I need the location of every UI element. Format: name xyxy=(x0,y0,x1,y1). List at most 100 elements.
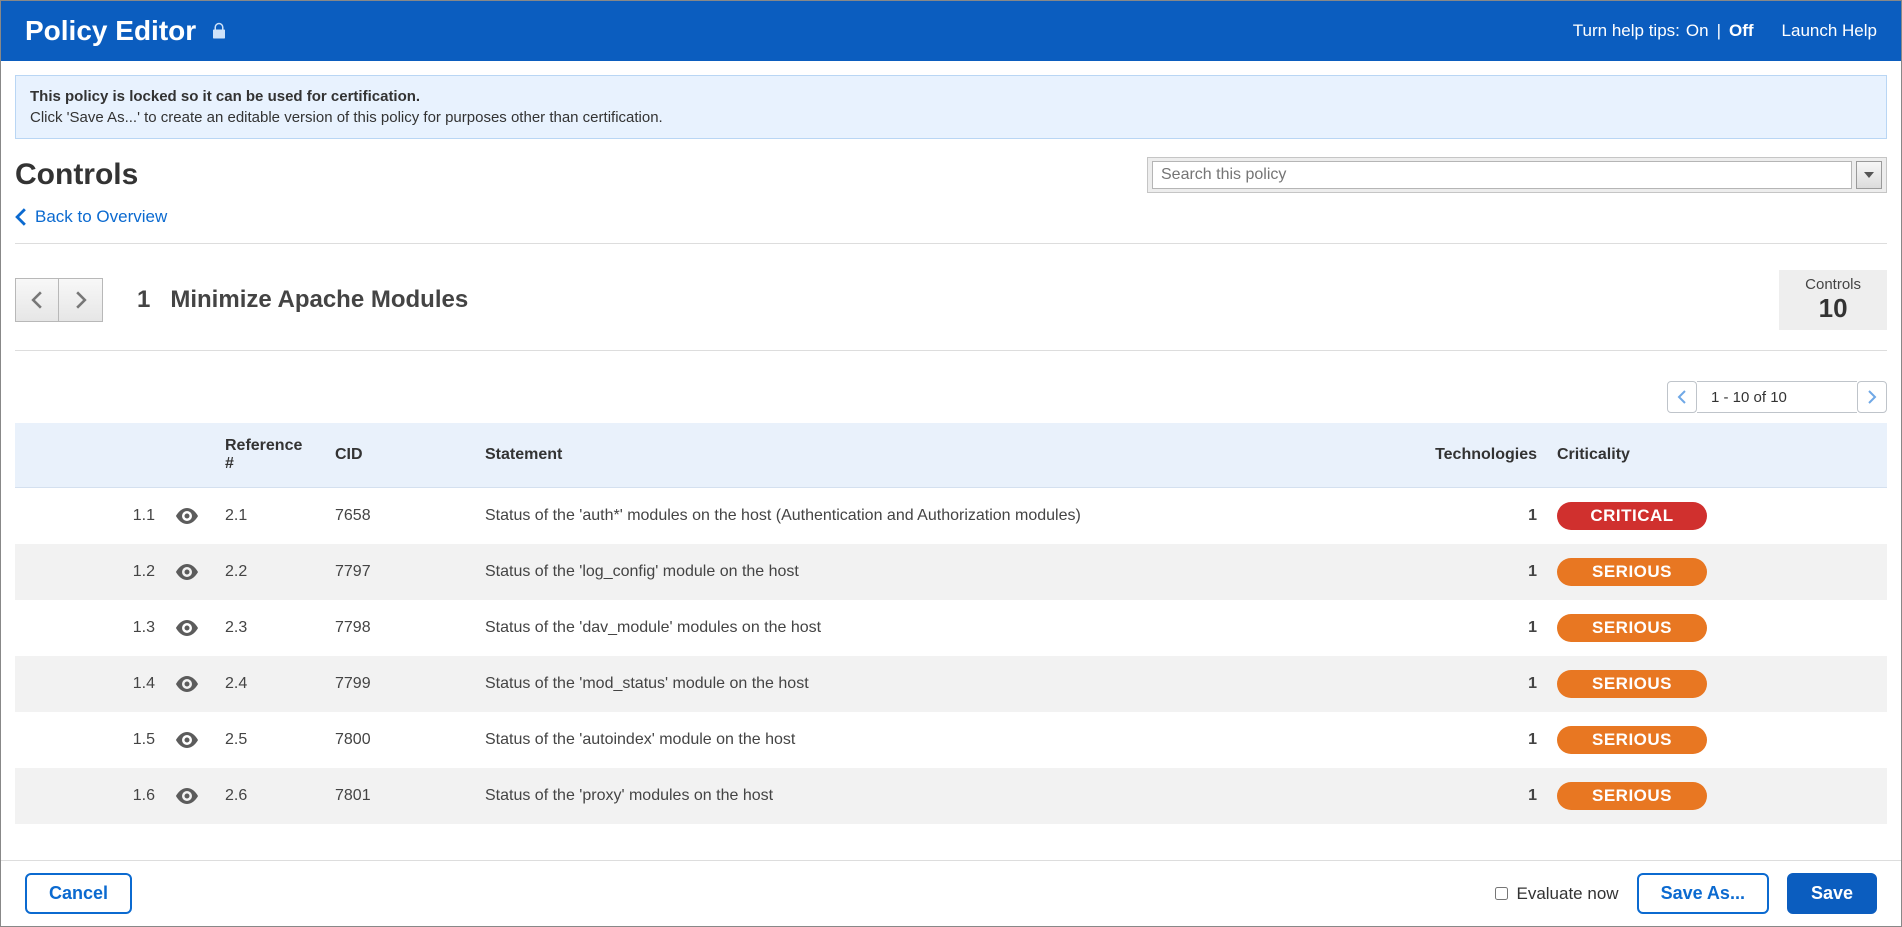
eye-icon xyxy=(175,788,199,804)
th-reference[interactable]: Reference # xyxy=(215,423,325,488)
save-as-button[interactable]: Save As... xyxy=(1637,873,1769,914)
controls-count-box: Controls 10 xyxy=(1779,270,1887,330)
controls-heading: Controls xyxy=(15,158,138,192)
cell-reference: 2.2 xyxy=(215,544,325,600)
cell-cid: 7800 xyxy=(325,712,475,768)
cell-criticality: SERIOUS xyxy=(1547,656,1887,712)
back-row: Back to Overview xyxy=(15,207,1887,244)
cell-criticality: SERIOUS xyxy=(1547,600,1887,656)
cell-reference: 2.3 xyxy=(215,600,325,656)
table-row[interactable]: 1.72.77802Status of the 'UserDir' direct… xyxy=(15,824,1887,833)
search-input[interactable] xyxy=(1152,161,1852,189)
cell-eye[interactable] xyxy=(165,488,215,545)
th-criticality[interactable]: Criticality xyxy=(1547,423,1887,488)
controls-table-scroll[interactable]: Reference # CID Statement Technologies C… xyxy=(15,423,1887,833)
cell-cid: 7801 xyxy=(325,768,475,824)
table-row[interactable]: 1.22.27797Status of the 'log_config' mod… xyxy=(15,544,1887,600)
chevron-left-icon xyxy=(31,291,43,309)
table-row[interactable]: 1.52.57800Status of the 'autoindex' modu… xyxy=(15,712,1887,768)
section-number: 1 xyxy=(137,286,150,314)
cell-eye[interactable] xyxy=(165,656,215,712)
table-row[interactable]: 1.12.17658Status of the 'auth*' modules … xyxy=(15,488,1887,545)
eye-icon xyxy=(175,676,199,692)
chevron-right-icon xyxy=(1867,390,1877,404)
cell-technologies: 1 xyxy=(1397,656,1547,712)
table-row[interactable]: 1.62.67801Status of the 'proxy' modules … xyxy=(15,768,1887,824)
search-dropdown-trigger[interactable] xyxy=(1856,161,1882,189)
cell-eye[interactable] xyxy=(165,544,215,600)
controls-table: Reference # CID Statement Technologies C… xyxy=(15,423,1887,833)
th-technologies[interactable]: Technologies xyxy=(1397,423,1547,488)
back-link-label: Back to Overview xyxy=(35,207,167,227)
evaluate-now-label: Evaluate now xyxy=(1516,884,1618,904)
cell-eye[interactable] xyxy=(165,712,215,768)
page-range-group: 1 - 10 of 10 xyxy=(1667,381,1887,413)
cell-technologies: 1 xyxy=(1397,768,1547,824)
section-header-row: 1 Minimize Apache Modules Controls 10 xyxy=(15,270,1887,351)
criticality-badge: CRITICAL xyxy=(1557,502,1707,530)
cell-reference: 2.7 xyxy=(215,824,325,833)
th-statement[interactable]: Statement xyxy=(475,423,1397,488)
section-pager xyxy=(15,278,103,322)
cell-statement: Status of the 'log_config' module on the… xyxy=(475,544,1397,600)
help-tips-on[interactable]: On xyxy=(1686,21,1709,41)
save-button[interactable]: Save xyxy=(1787,873,1877,914)
section-left: 1 Minimize Apache Modules xyxy=(15,278,468,322)
back-to-overview-link[interactable]: Back to Overview xyxy=(15,207,167,227)
controls-count-value: 10 xyxy=(1805,293,1861,324)
page-next-button[interactable] xyxy=(1857,381,1887,413)
section-prev-button[interactable] xyxy=(15,278,59,322)
cell-index: 1.2 xyxy=(15,544,165,600)
help-tips-label: Turn help tips: xyxy=(1573,21,1680,41)
criticality-badge: SERIOUS xyxy=(1557,726,1707,754)
controls-count-label: Controls xyxy=(1805,276,1861,293)
cell-criticality: SERIOUS xyxy=(1547,824,1887,833)
table-row[interactable]: 1.42.47799Status of the 'mod_status' mod… xyxy=(15,656,1887,712)
evaluate-now-row[interactable]: Evaluate now xyxy=(1495,884,1618,904)
cell-statement: Status of the 'proxy' modules on the hos… xyxy=(475,768,1397,824)
cell-index: 1.4 xyxy=(15,656,165,712)
cell-eye[interactable] xyxy=(165,600,215,656)
search-wrapper xyxy=(1147,157,1887,193)
criticality-badge: SERIOUS xyxy=(1557,782,1707,810)
th-blank2 xyxy=(165,423,215,488)
cell-eye[interactable] xyxy=(165,768,215,824)
cell-criticality: SERIOUS xyxy=(1547,712,1887,768)
footer-bar: Cancel Evaluate now Save As... Save xyxy=(1,860,1901,926)
criticality-badge: SERIOUS xyxy=(1557,670,1707,698)
lock-icon xyxy=(210,21,228,41)
cancel-button[interactable]: Cancel xyxy=(25,873,132,914)
cell-technologies: 1 xyxy=(1397,600,1547,656)
help-tips-toggle: Turn help tips: On | Off xyxy=(1573,21,1754,41)
cell-statement: Status of the 'auth*' modules on the hos… xyxy=(475,488,1397,545)
cell-index: 1.5 xyxy=(15,712,165,768)
launch-help-link[interactable]: Launch Help xyxy=(1782,21,1877,41)
help-tips-off[interactable]: Off xyxy=(1729,21,1754,41)
cell-cid: 7658 xyxy=(325,488,475,545)
cell-criticality: CRITICAL xyxy=(1547,488,1887,545)
table-row[interactable]: 1.32.37798Status of the 'dav_module' mod… xyxy=(15,600,1887,656)
section-next-button[interactable] xyxy=(59,278,103,322)
controls-table-wrap: Reference # CID Statement Technologies C… xyxy=(15,423,1887,833)
evaluate-now-checkbox[interactable] xyxy=(1495,887,1508,900)
controls-heading-row: Controls xyxy=(15,157,1887,193)
info-banner-line1: This policy is locked so it can be used … xyxy=(30,86,1872,107)
cell-reference: 2.5 xyxy=(215,712,325,768)
cell-eye[interactable] xyxy=(165,824,215,833)
footer-left: Cancel xyxy=(25,873,132,914)
page-range-row: 1 - 10 of 10 xyxy=(15,381,1887,413)
cell-index: 1.3 xyxy=(15,600,165,656)
cell-cid: 7802 xyxy=(325,824,475,833)
criticality-badge: SERIOUS xyxy=(1557,614,1707,642)
cell-technologies: 1 xyxy=(1397,544,1547,600)
info-banner-line2: Click 'Save As...' to create an editable… xyxy=(30,107,1872,128)
cell-criticality: SERIOUS xyxy=(1547,768,1887,824)
th-cid[interactable]: CID xyxy=(325,423,475,488)
cell-reference: 2.6 xyxy=(215,768,325,824)
page-prev-button[interactable] xyxy=(1667,381,1697,413)
cell-statement: Status of the 'dav_module' modules on th… xyxy=(475,600,1397,656)
cell-statement: Status of the 'UserDir' directive on the… xyxy=(475,824,1397,833)
page-title: Policy Editor xyxy=(25,15,196,47)
eye-icon xyxy=(175,620,199,636)
cell-reference: 2.4 xyxy=(215,656,325,712)
